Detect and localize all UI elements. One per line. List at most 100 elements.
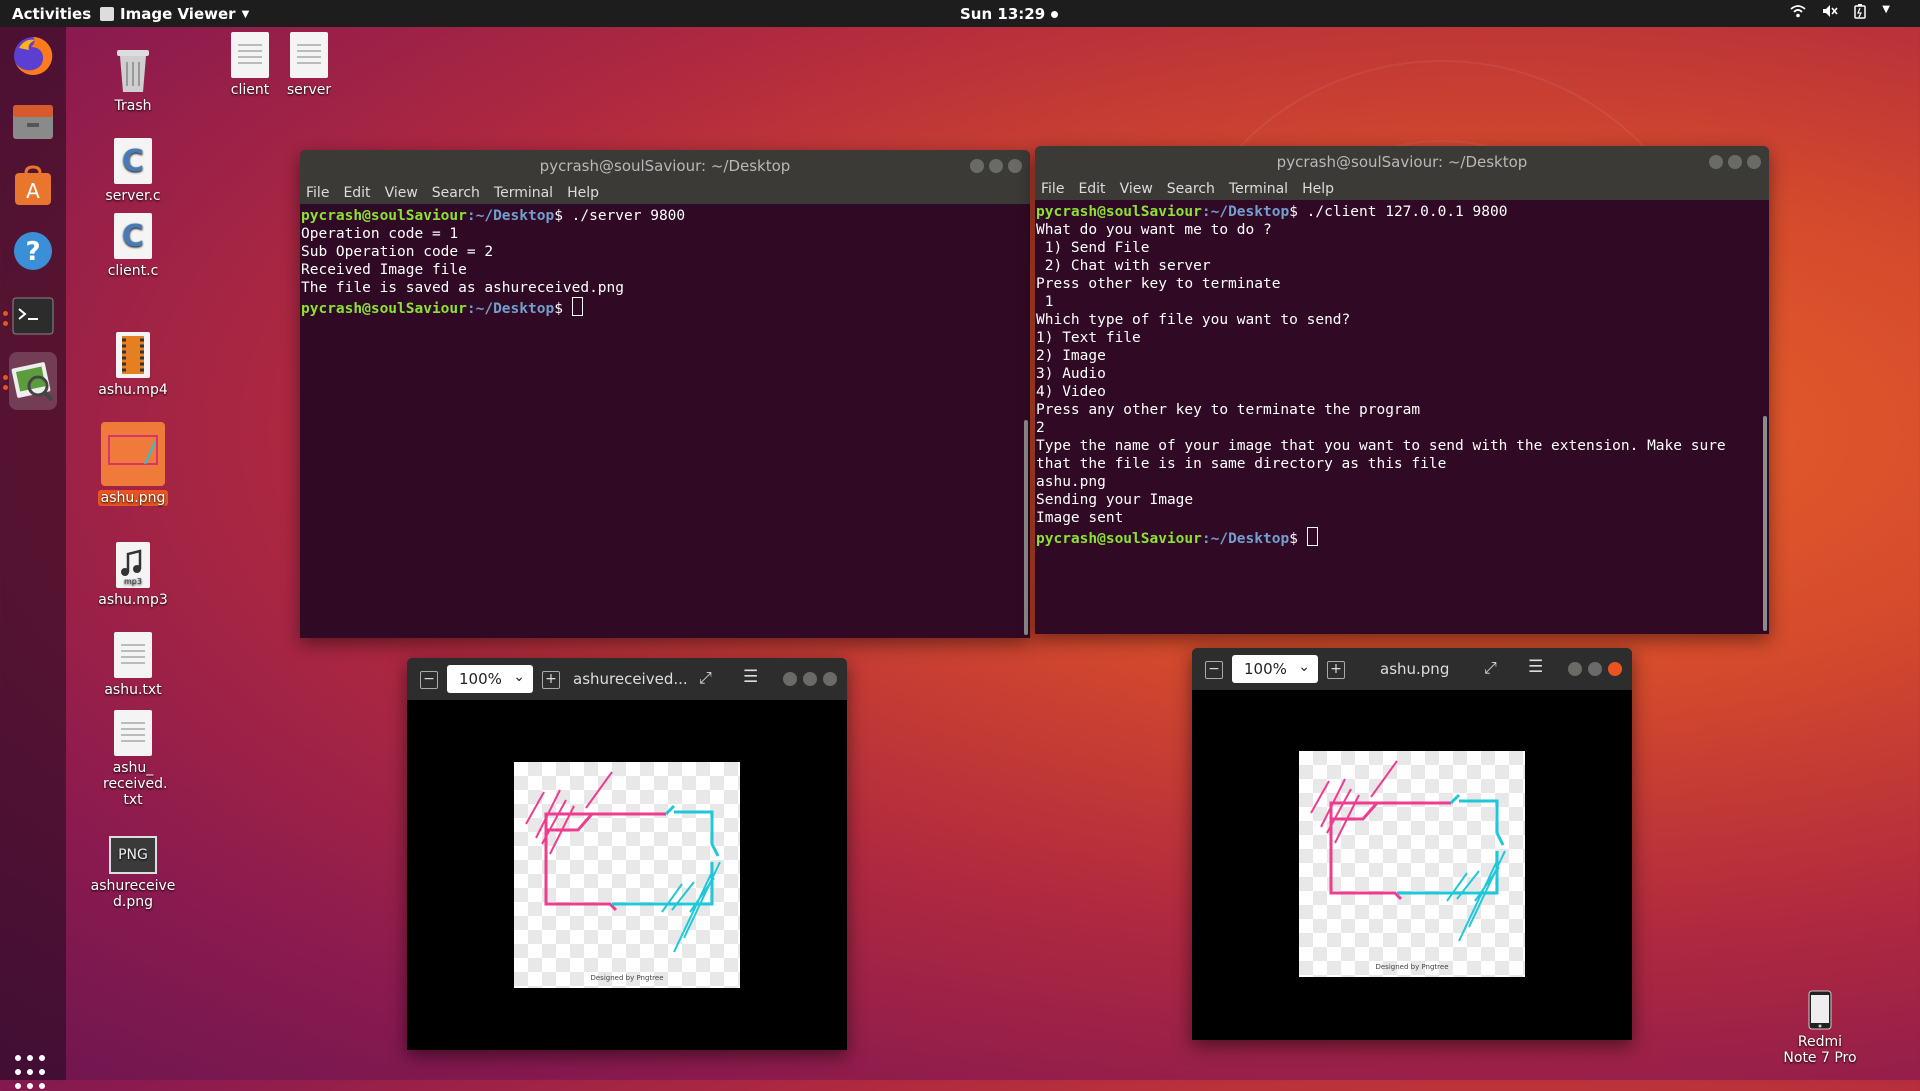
zoom-out-button[interactable]: − (1205, 661, 1223, 679)
menu-edit[interactable]: Edit (1078, 181, 1105, 197)
desktop-icon-ashu-mp4[interactable]: ashu.mp4 (83, 332, 183, 398)
zoom-in-button[interactable]: + (542, 671, 560, 689)
dock-firefox[interactable] (9, 32, 57, 80)
fullscreen-icon[interactable]: ⤢ (699, 668, 712, 688)
terminal-line: 1) Text file (1036, 330, 1141, 346)
desktop-icon-client-c[interactable]: C client.c (83, 213, 183, 279)
desktop-icon-server[interactable]: server (259, 32, 359, 98)
minimize-button[interactable] (1709, 155, 1723, 169)
dock-software[interactable]: A (9, 162, 57, 210)
desktop-icon-ashureceived-png[interactable]: PNG ashureceive d.png (83, 836, 183, 910)
text-cursor (571, 297, 583, 316)
volume-muted-icon (1822, 4, 1838, 23)
terminal-line: Which type of file you want to send? (1036, 312, 1351, 328)
desktop-icon-ashu-txt[interactable]: ashu.txt (83, 632, 183, 698)
hamburger-menu-icon[interactable]: ☰ (743, 667, 758, 687)
neon-frame-graphic (1310, 760, 1506, 942)
close-button[interactable] (1608, 662, 1622, 676)
zoom-dropdown[interactable]: 100% ⌄ (447, 665, 533, 693)
terminal-line: pycrash@soulSaviour:~/Desktop$ ./server … (301, 207, 1029, 225)
terminal-output[interactable]: pycrash@soulSaviour:~/Desktop$ ./server … (300, 204, 1030, 321)
hamburger-menu-icon[interactable]: ☰ (1528, 657, 1543, 677)
desktop-icon-label: client.c (107, 263, 159, 279)
terminal-line: pycrash@soulSaviour:~/Desktop$ (1036, 527, 1768, 548)
desktop-icon-ashu-received-txt[interactable]: ashu_ received. txt (83, 710, 183, 808)
dock-help[interactable]: ? (9, 227, 57, 275)
menu-view[interactable]: View (385, 185, 418, 201)
viewer-headerbar[interactable]: − 100% ⌄ + ashureceived... ⤢ ☰ (407, 658, 847, 700)
scrollbar[interactable] (1024, 420, 1028, 635)
clock-label: Sun 13:29 (960, 5, 1046, 23)
zoom-out-button[interactable]: − (420, 671, 438, 689)
close-button[interactable] (823, 672, 837, 686)
window-title: pycrash@soulSaviour: ~/Desktop (1276, 153, 1528, 171)
trash-icon (113, 44, 153, 94)
scrollbar[interactable] (1763, 416, 1767, 631)
desktop-icon-ashu-png[interactable]: ashu.png (83, 422, 183, 506)
terminal-line: pycrash@soulSaviour:~/Desktop$ (301, 297, 1029, 318)
dock-image-viewer[interactable] (9, 352, 57, 410)
minimize-button[interactable] (970, 159, 984, 173)
minimize-button[interactable] (1568, 662, 1582, 676)
png-file-icon: PNG (109, 836, 157, 874)
window-titlebar[interactable]: pycrash@soulSaviour: ~/Desktop (1035, 146, 1769, 178)
dock-terminal[interactable] (9, 292, 57, 340)
menu-help[interactable]: Help (1302, 181, 1334, 197)
terminal-window-client[interactable]: pycrash@soulSaviour: ~/Desktop File Edit… (1035, 146, 1769, 634)
prompt-path: :~/Desktop (1201, 531, 1290, 547)
menu-file[interactable]: File (306, 185, 329, 201)
desktop-icon-label: server (286, 82, 332, 98)
maximize-button[interactable] (989, 159, 1003, 173)
prompt-user: pycrash@soulSaviour (301, 301, 467, 317)
image-thumbnail-icon (101, 422, 165, 486)
maximize-button[interactable] (1588, 662, 1602, 676)
show-applications-button[interactable] (15, 1055, 51, 1091)
maximize-button[interactable] (1728, 155, 1742, 169)
desktop-icon-trash[interactable]: Trash (83, 44, 183, 114)
desktop-icon-label: ashu.png (97, 490, 169, 506)
menu-help[interactable]: Help (567, 185, 599, 201)
image-viewer-window-received[interactable]: − 100% ⌄ + ashureceived... ⤢ ☰ Designed … (407, 658, 847, 1050)
chevron-down-icon: ▼ (241, 8, 250, 20)
image-credit: Designed by Pngtree (590, 974, 664, 982)
prompt-path: :~/Desktop (1201, 204, 1290, 220)
app-menu[interactable]: Image Viewer ▼ (100, 5, 249, 23)
minimize-button[interactable] (783, 672, 797, 686)
desktop-icon-ashu-mp3[interactable]: mp3 ashu.mp3 (83, 542, 183, 608)
desktop-icon-phone[interactable]: Redmi Note 7 Pro (1780, 990, 1860, 1066)
zoom-in-button[interactable]: + (1327, 661, 1345, 679)
desktop-icon-server-c[interactable]: C server.c (83, 138, 183, 204)
terminal-line: 2) Image (1036, 348, 1106, 364)
chevron-down-icon: ▼ (1882, 4, 1890, 15)
zoom-dropdown[interactable]: 100% ⌄ (1232, 655, 1318, 683)
prompt-path: :~/Desktop (466, 301, 555, 317)
image-viewer-window-original[interactable]: − 100% ⌄ + ashu.png ⤢ ☰ Designed by Pngt… (1192, 648, 1632, 1040)
menu-terminal[interactable]: Terminal (1229, 181, 1288, 197)
window-titlebar[interactable]: pycrash@soulSaviour: ~/Desktop (300, 150, 1030, 182)
running-indicator (3, 375, 8, 380)
menu-search[interactable]: Search (1167, 181, 1215, 197)
dock-files[interactable] (9, 97, 57, 145)
menu-edit[interactable]: Edit (343, 185, 370, 201)
terminal-window-server[interactable]: pycrash@soulSaviour: ~/Desktop File Edit… (300, 150, 1030, 638)
zoom-value: 100% (459, 670, 502, 688)
menu-search[interactable]: Search (432, 185, 480, 201)
document-icon (114, 632, 152, 678)
terminal-output[interactable]: pycrash@soulSaviour:~/Desktop$ ./client … (1035, 200, 1769, 551)
viewer-headerbar[interactable]: − 100% ⌄ + ashu.png ⤢ ☰ (1192, 648, 1632, 690)
desktop-icon-label: ashu.txt (104, 682, 162, 698)
menu-terminal[interactable]: Terminal (494, 185, 553, 201)
maximize-button[interactable] (803, 672, 817, 686)
clock[interactable]: Sun 13:29 (960, 5, 1059, 23)
audio-file-icon: mp3 (114, 542, 152, 588)
c-source-icon: C (114, 213, 152, 259)
menu-view[interactable]: View (1120, 181, 1153, 197)
system-tray[interactable]: ▼ (1790, 4, 1890, 23)
menu-file[interactable]: File (1041, 181, 1064, 197)
desktop-icon-label: ashureceive d.png (90, 878, 176, 910)
close-button[interactable] (1747, 155, 1761, 169)
close-button[interactable] (1008, 159, 1022, 173)
activities-button[interactable]: Activities (12, 5, 91, 23)
fullscreen-icon[interactable]: ⤢ (1484, 658, 1497, 678)
running-indicator (3, 311, 8, 316)
